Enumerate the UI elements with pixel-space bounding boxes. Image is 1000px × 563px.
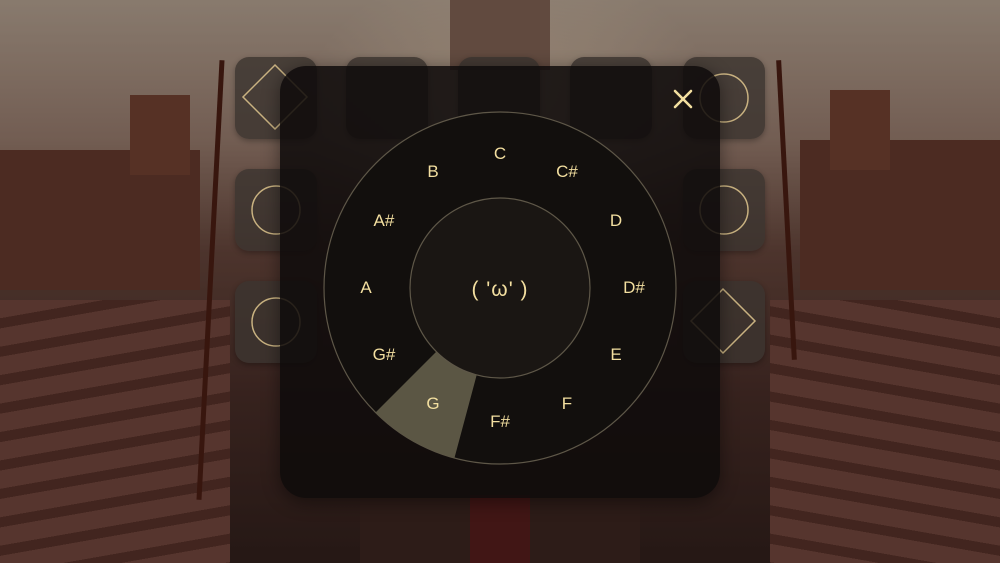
note-c-sharp[interactable]: C# — [556, 162, 578, 182]
note-d-sharp[interactable]: D# — [623, 278, 645, 298]
note-f[interactable]: F — [562, 394, 572, 414]
note-e[interactable]: E — [610, 345, 621, 365]
note-f-sharp[interactable]: F# — [490, 412, 510, 432]
note-a-sharp[interactable]: A# — [374, 211, 395, 231]
note-b[interactable]: B — [427, 162, 438, 182]
note-c[interactable]: C — [494, 144, 506, 164]
note-d[interactable]: D — [610, 211, 622, 231]
note-g[interactable]: G — [426, 394, 439, 414]
center-face-label: ( 'ω' ) — [471, 278, 529, 301]
note-g-sharp[interactable]: G# — [373, 345, 396, 365]
note-a[interactable]: A — [360, 278, 371, 298]
